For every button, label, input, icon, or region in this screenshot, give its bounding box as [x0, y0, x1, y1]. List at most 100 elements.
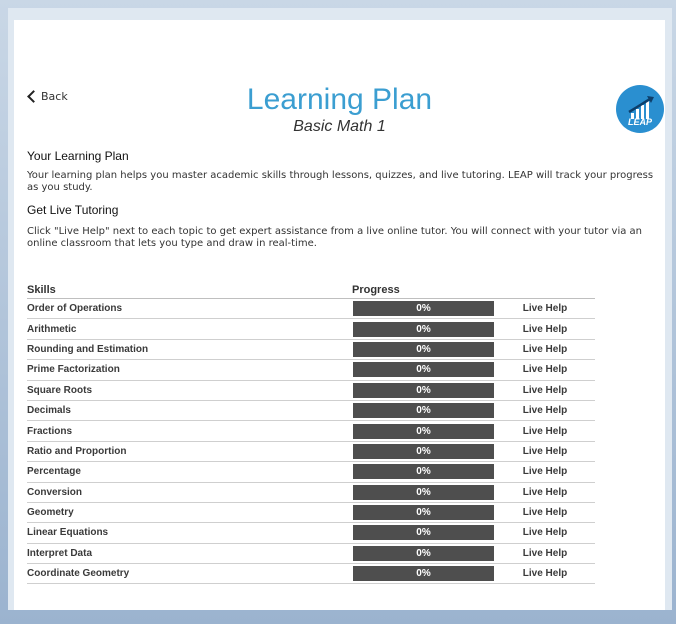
progress-label: 0% [416, 303, 431, 315]
progress-bar: 0% [353, 301, 494, 317]
progress-bar: 0% [353, 423, 494, 439]
column-header-help [495, 282, 595, 299]
column-header-skills: Skills [27, 282, 352, 299]
skill-name: Prime Factorization [27, 359, 352, 381]
progress-label: 0% [416, 568, 431, 580]
table-row: Fractions 0% Live Help [27, 420, 595, 442]
progress-cell: 0% [352, 461, 495, 483]
progress-bar: 0% [353, 321, 494, 337]
progress-label: 0% [416, 364, 431, 376]
skills-table: Skills Progress Order of Operations 0% Liv… [27, 282, 595, 585]
table-row: Prime Factorization 0% Live Help [27, 359, 595, 381]
live-help-link[interactable]: Live Help [523, 303, 567, 314]
progress-bar: 0% [353, 362, 494, 378]
table-row: Ratio and Proportion 0% Live Help [27, 441, 595, 463]
progress-label: 0% [416, 547, 431, 559]
page-title: Learning Plan [246, 83, 433, 116]
progress-label: 0% [416, 527, 431, 539]
progress-bar: 0% [353, 403, 494, 419]
plan-description: Your learning plan helps you master acad… [27, 170, 654, 193]
table-row: Interpret Data 0% Live Help [27, 543, 595, 565]
live-help-cell: Live Help [495, 420, 595, 442]
live-help-link[interactable]: Live Help [523, 507, 567, 518]
table-row: Arithmetic 0% Live Help [27, 318, 595, 340]
progress-cell: 0% [352, 318, 495, 340]
live-help-link[interactable]: Live Help [523, 364, 567, 375]
table-row: Geometry 0% Live Help [27, 502, 595, 524]
progress-label: 0% [416, 425, 431, 437]
table-row: Percentage 0% Live Help [27, 461, 595, 483]
progress-label: 0% [416, 445, 431, 457]
skill-name: Conversion [27, 482, 352, 503]
live-help-cell: Live Help [495, 339, 595, 361]
live-help-link[interactable]: Live Help [523, 466, 567, 477]
live-help-cell: Live Help [495, 359, 595, 381]
live-help-link[interactable]: Live Help [523, 487, 567, 498]
progress-cell: 0% [352, 522, 495, 544]
live-help-cell: Live Help [495, 318, 595, 340]
progress-bar: 0% [353, 566, 494, 582]
skill-name: Rounding and Estimation [27, 339, 352, 361]
live-help-link[interactable]: Live Help [523, 446, 567, 457]
progress-cell: 0% [352, 380, 495, 401]
table-row: Square Roots 0% Live Help [27, 380, 595, 401]
live-help-cell: Live Help [495, 441, 595, 463]
live-help-link[interactable]: Live Help [523, 548, 567, 559]
progress-label: 0% [416, 384, 431, 396]
skill-name: Interpret Data [27, 543, 352, 565]
live-help-link[interactable]: Live Help [523, 324, 567, 335]
progress-cell: 0% [352, 482, 495, 503]
skill-name: Fractions [27, 420, 352, 442]
progress-label: 0% [416, 405, 431, 417]
live-help-cell: Live Help [495, 522, 595, 544]
live-help-cell: Live Help [495, 461, 595, 483]
progress-bar: 0% [353, 382, 494, 398]
progress-bar: 0% [353, 484, 494, 500]
progress-cell: 0% [352, 298, 495, 320]
leap-logo: LEAP [616, 85, 664, 133]
progress-bar: 0% [353, 525, 494, 541]
tutoring-description: Click "Live Help" next to each topic to … [27, 226, 642, 249]
progress-bar: 0% [353, 443, 494, 459]
live-help-link[interactable]: Live Help [523, 568, 567, 579]
live-help-link[interactable]: Live Help [523, 405, 567, 416]
progress-cell: 0% [352, 502, 495, 524]
live-help-link[interactable]: Live Help [523, 527, 567, 538]
progress-bar: 0% [353, 545, 494, 561]
progress-cell: 0% [352, 339, 495, 361]
table-row: Order of Operations 0% Live Help [27, 298, 595, 320]
progress-label: 0% [416, 466, 431, 478]
live-help-cell: Live Help [495, 298, 595, 320]
table-row: Coordinate Geometry 0% Live Help [27, 563, 595, 585]
live-help-cell: Live Help [495, 380, 595, 401]
live-help-cell: Live Help [495, 400, 595, 422]
column-header-progress: Progress [352, 282, 495, 299]
progress-cell: 0% [352, 359, 495, 381]
skill-name: Square Roots [27, 380, 352, 401]
live-help-link[interactable]: Live Help [523, 344, 567, 355]
live-help-cell: Live Help [495, 563, 595, 585]
section-heading-plan: Your Learning Plan [27, 149, 129, 163]
skill-name: Percentage [27, 461, 352, 483]
live-help-link[interactable]: Live Help [523, 385, 567, 396]
skills-table-body: Order of Operations 0% Live Help Arithmetic… [27, 298, 595, 585]
progress-cell: 0% [352, 400, 495, 422]
skill-name: Ratio and Proportion [27, 441, 352, 463]
table-row: Linear Equations 0% Live Help [27, 522, 595, 544]
live-help-cell: Live Help [495, 502, 595, 524]
progress-bar: 0% [353, 464, 494, 480]
live-help-link[interactable]: Live Help [523, 426, 567, 437]
live-help-cell: Live Help [495, 543, 595, 565]
skill-name: Linear Equations [27, 522, 352, 544]
skill-name: Coordinate Geometry [27, 563, 352, 585]
progress-cell: 0% [352, 543, 495, 565]
progress-label: 0% [416, 343, 431, 355]
live-help-cell: Live Help [495, 482, 595, 503]
skill-name: Arithmetic [27, 318, 352, 340]
logo-text: LEAP [627, 117, 652, 127]
table-row: Decimals 0% Live Help [27, 400, 595, 422]
progress-cell: 0% [352, 441, 495, 463]
progress-bar: 0% [353, 505, 494, 521]
page-subtitle: Basic Math 1 [293, 118, 386, 135]
table-row: Conversion 0% Live Help [27, 482, 595, 503]
